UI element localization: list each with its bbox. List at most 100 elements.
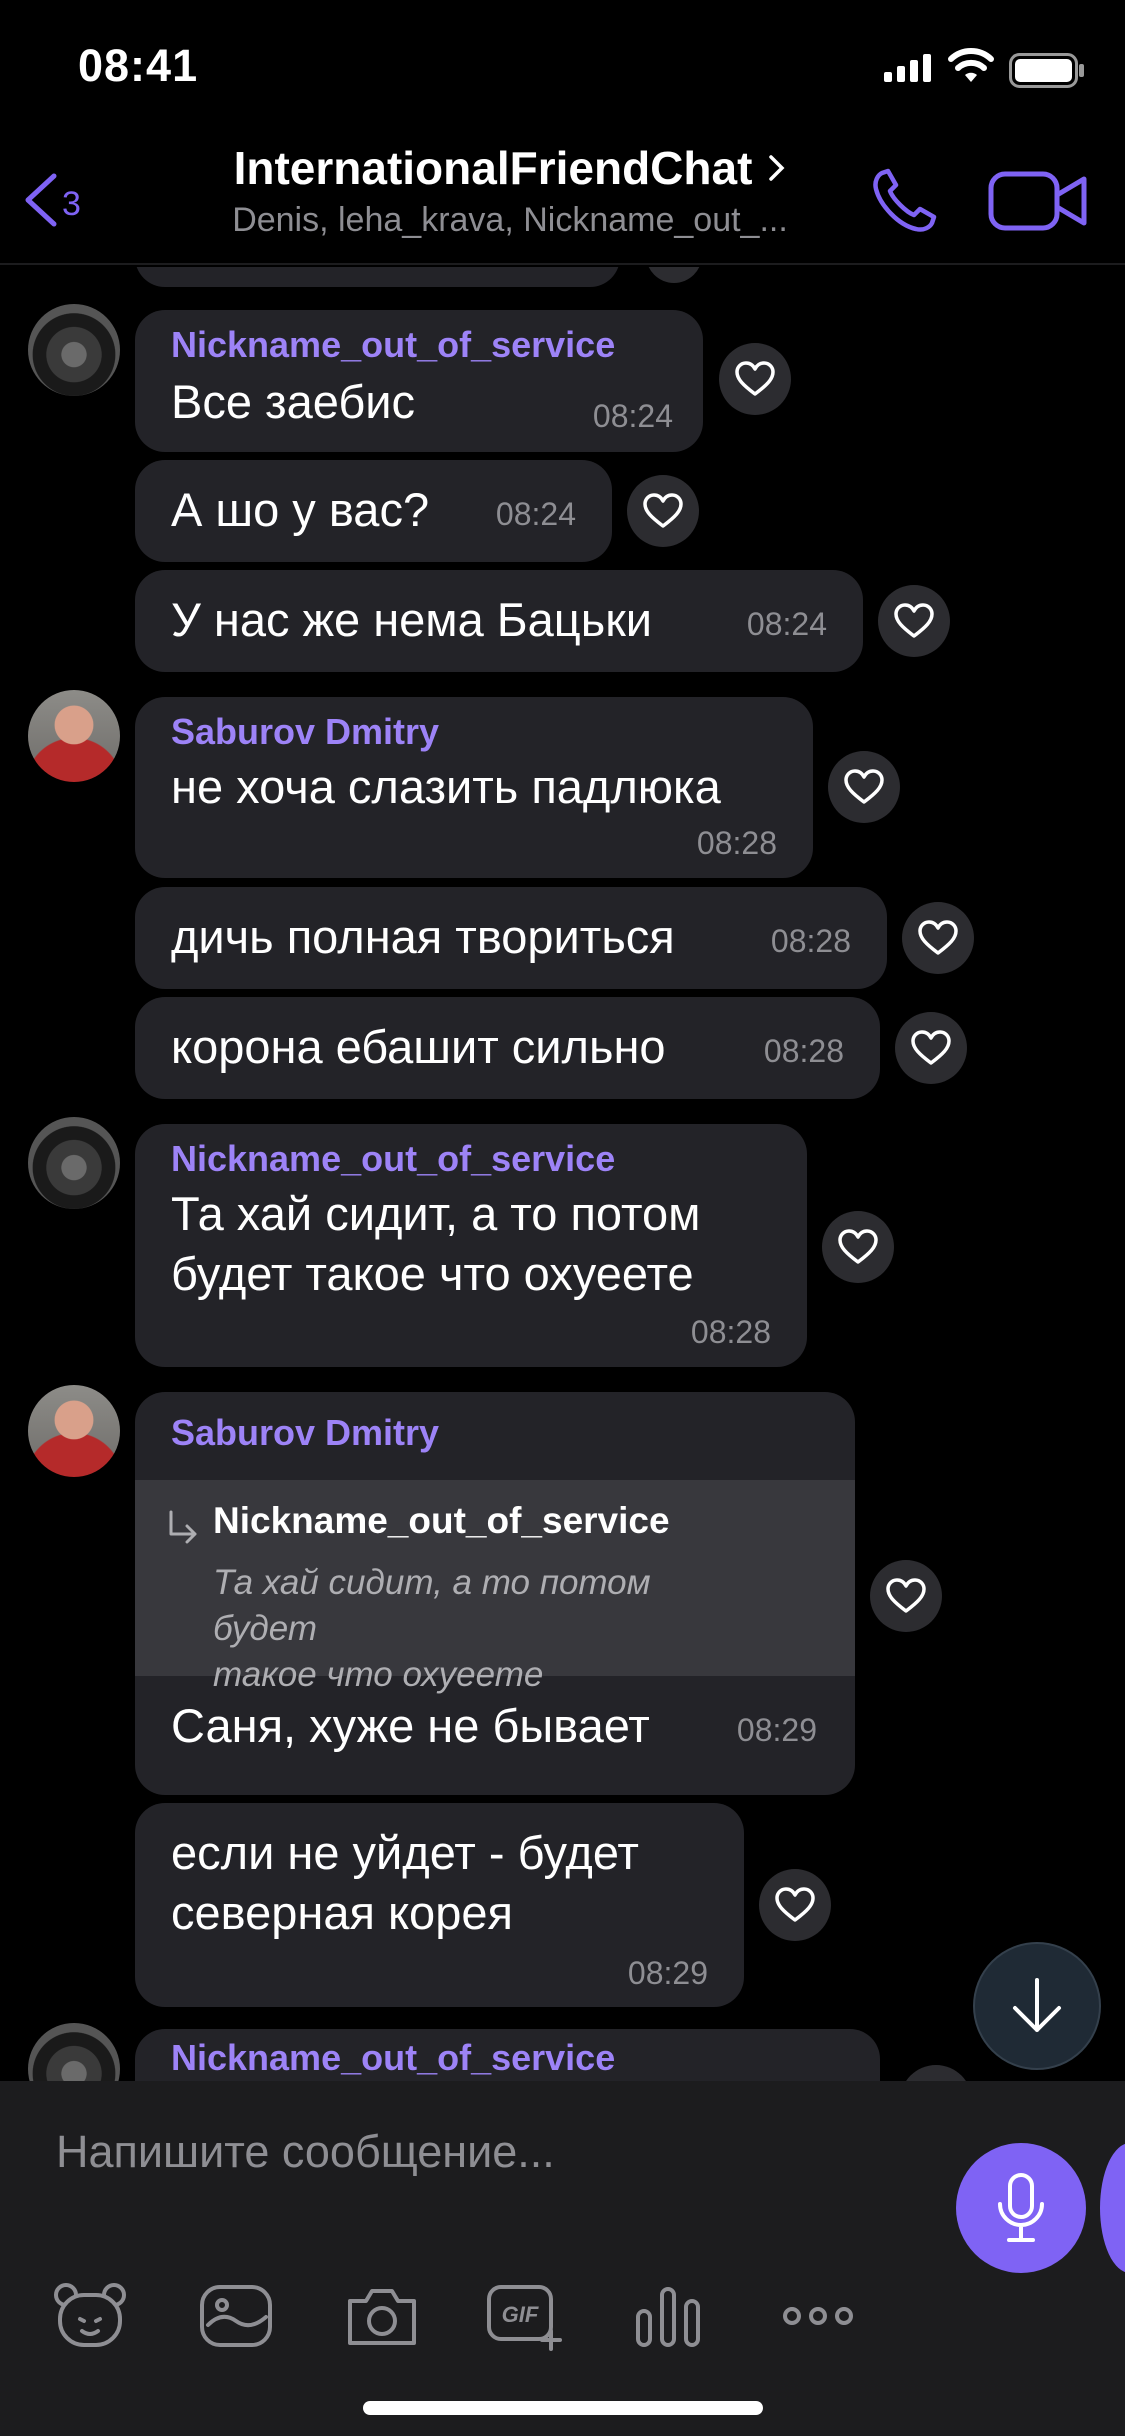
heart-icon [838,1229,878,1264]
heart-icon [886,1578,926,1613]
reply-header: Saburov Dmitry [135,1392,855,1480]
chat-header: 3 InternationalFriendChat Denis, leha_kr… [0,135,1125,265]
message-time: 08:29 [627,1955,708,1991]
message-time: 08:28 [690,1314,771,1350]
sender-name: Nickname_out_of_service [171,324,616,365]
chat-info-button[interactable]: InternationalFriendChat Denis, leha_krav… [190,135,830,240]
message-composer: GIF [0,2081,1125,2436]
scroll-to-bottom-button[interactable] [973,1942,1101,2070]
heart-icon [911,1030,951,1065]
like-button-partial[interactable] [646,267,702,283]
message-time: 08:28 [696,825,777,861]
like-button[interactable] [870,1560,942,1632]
message-bubble[interactable]: дичь полная твориться 08:28 [135,887,887,989]
like-button[interactable] [759,1869,831,1941]
cellular-signal-icon [884,52,934,82]
heart-icon [844,769,884,804]
phone-icon [873,168,937,232]
message-text: Все заебис [171,375,416,428]
message-bubble-partial[interactable] [135,267,620,287]
message-list[interactable]: Nickname_out_of_service Все заебис 08:24… [0,267,1125,2081]
quoted-author: Nickname_out_of_service [213,1500,670,1541]
voice-message-button[interactable] [956,2143,1086,2273]
message-text: А шо у вас? [171,483,430,536]
reply-arrow-icon [169,1510,197,1544]
message-bubble[interactable]: У нас же нема Бацьки 08:24 [135,570,863,672]
reply-message-bubble[interactable]: Saburov Dmitry Nickname_out_of_service Т… [135,1392,855,1795]
message-text-line: северная корея [171,1886,513,1939]
back-button[interactable]: 3 [20,169,81,231]
gif-icon[interactable]: GIF [485,2281,565,2351]
message-text: У нас же нема Бацьки [171,593,653,646]
status-bar: 08:41 [0,0,1125,135]
call-button[interactable] [868,165,940,237]
quoted-text-line: Та хай сидит, а то потом будет [213,1563,651,1648]
video-call-button[interactable] [988,169,1088,233]
message-bubble[interactable]: если не уйдет - будет северная корея 08:… [135,1803,744,2007]
message-bubble[interactable]: Nickname_out_of_service [135,2029,880,2081]
more-icon[interactable] [778,2281,858,2351]
sticker-bear-icon[interactable] [50,2281,130,2351]
message-text-line: будет такое что охуеете [171,1247,694,1300]
message-time: 08:24 [746,606,827,642]
like-button[interactable] [828,751,900,823]
heart-icon [735,361,775,396]
quoted-text-line: такое что охуеете [213,1655,544,1694]
quoted-text: Та хай сидит, а то потом будет такое что… [213,1560,763,1698]
message-time: 08:28 [770,923,851,959]
svg-text:GIF: GIF [502,2302,539,2327]
like-button[interactable] [822,1211,894,1283]
sender-name: Saburov Dmitry [171,711,440,752]
like-button-partial[interactable] [900,2065,972,2081]
message-text: дичь полная твориться [171,910,675,963]
home-indicator [363,2401,763,2415]
unread-count: 3 [62,184,81,223]
message-time: 08:29 [736,1712,817,1748]
status-time: 08:41 [78,40,199,91]
message-text-line: Та хай сидит, а то потом [171,1187,701,1240]
microphone-icon [998,2173,1044,2242]
chat-members: Denis, leha_krava, Nickname_out_... [232,201,788,239]
chevron-left-icon [25,173,57,227]
message-bubble[interactable]: корона ебашит сильно 08:28 [135,997,880,1099]
heart-icon [775,1887,815,1922]
message-time: 08:24 [592,398,673,434]
like-button[interactable] [895,1012,967,1084]
like-button[interactable] [719,343,791,415]
avatar-nickname-out-of-service[interactable] [28,304,120,396]
message-time: 08:28 [763,1033,844,1069]
sender-name: Nickname_out_of_service [171,1138,616,1179]
avatar-saburov-dmitry[interactable] [28,1385,120,1477]
message-time: 08:24 [495,496,576,532]
sender-name: Saburov Dmitry [171,1412,440,1453]
message-input[interactable] [56,2117,916,2187]
chevron-right-icon [769,155,785,181]
avatar-nickname-out-of-service[interactable] [28,1117,120,1209]
sender-name: Nickname_out_of_service [171,2037,616,2078]
doodle-icon[interactable] [196,2281,276,2351]
heart-icon [643,493,683,528]
send-button-edge[interactable] [1100,2143,1125,2273]
message-text: Саня, хуже не бывает [171,1699,650,1752]
video-camera-icon [988,171,1087,231]
battery-icon [1009,53,1084,88]
message-bubble[interactable]: Saburov Dmitry не хоча слазить падлюка 0… [135,697,813,878]
like-button[interactable] [902,902,974,974]
like-button[interactable] [627,475,699,547]
heart-icon [894,603,934,638]
avatar-saburov-dmitry[interactable] [28,690,120,782]
wifi-icon [948,48,994,82]
heart-icon [918,920,958,955]
camera-icon[interactable] [342,2281,422,2351]
message-text: корона ебашит сильно [171,1020,666,1073]
message-bubble[interactable]: Nickname_out_of_service Та хай сидит, а … [135,1124,807,1367]
chat-title: InternationalFriendChat [233,142,753,194]
like-button[interactable] [878,585,950,657]
message-bubble[interactable]: А шо у вас? 08:24 [135,460,612,562]
avatar-nickname-out-of-service[interactable] [28,2023,120,2081]
poll-icon[interactable] [628,2281,708,2351]
message-bubble[interactable]: Nickname_out_of_service Все заебис 08:24 [135,310,703,452]
message-text-line: если не уйдет - будет [171,1826,639,1879]
message-text: не хоча слазить падлюка [171,760,721,813]
quoted-message[interactable]: Nickname_out_of_service Та хай сидит, а … [135,1480,855,1694]
